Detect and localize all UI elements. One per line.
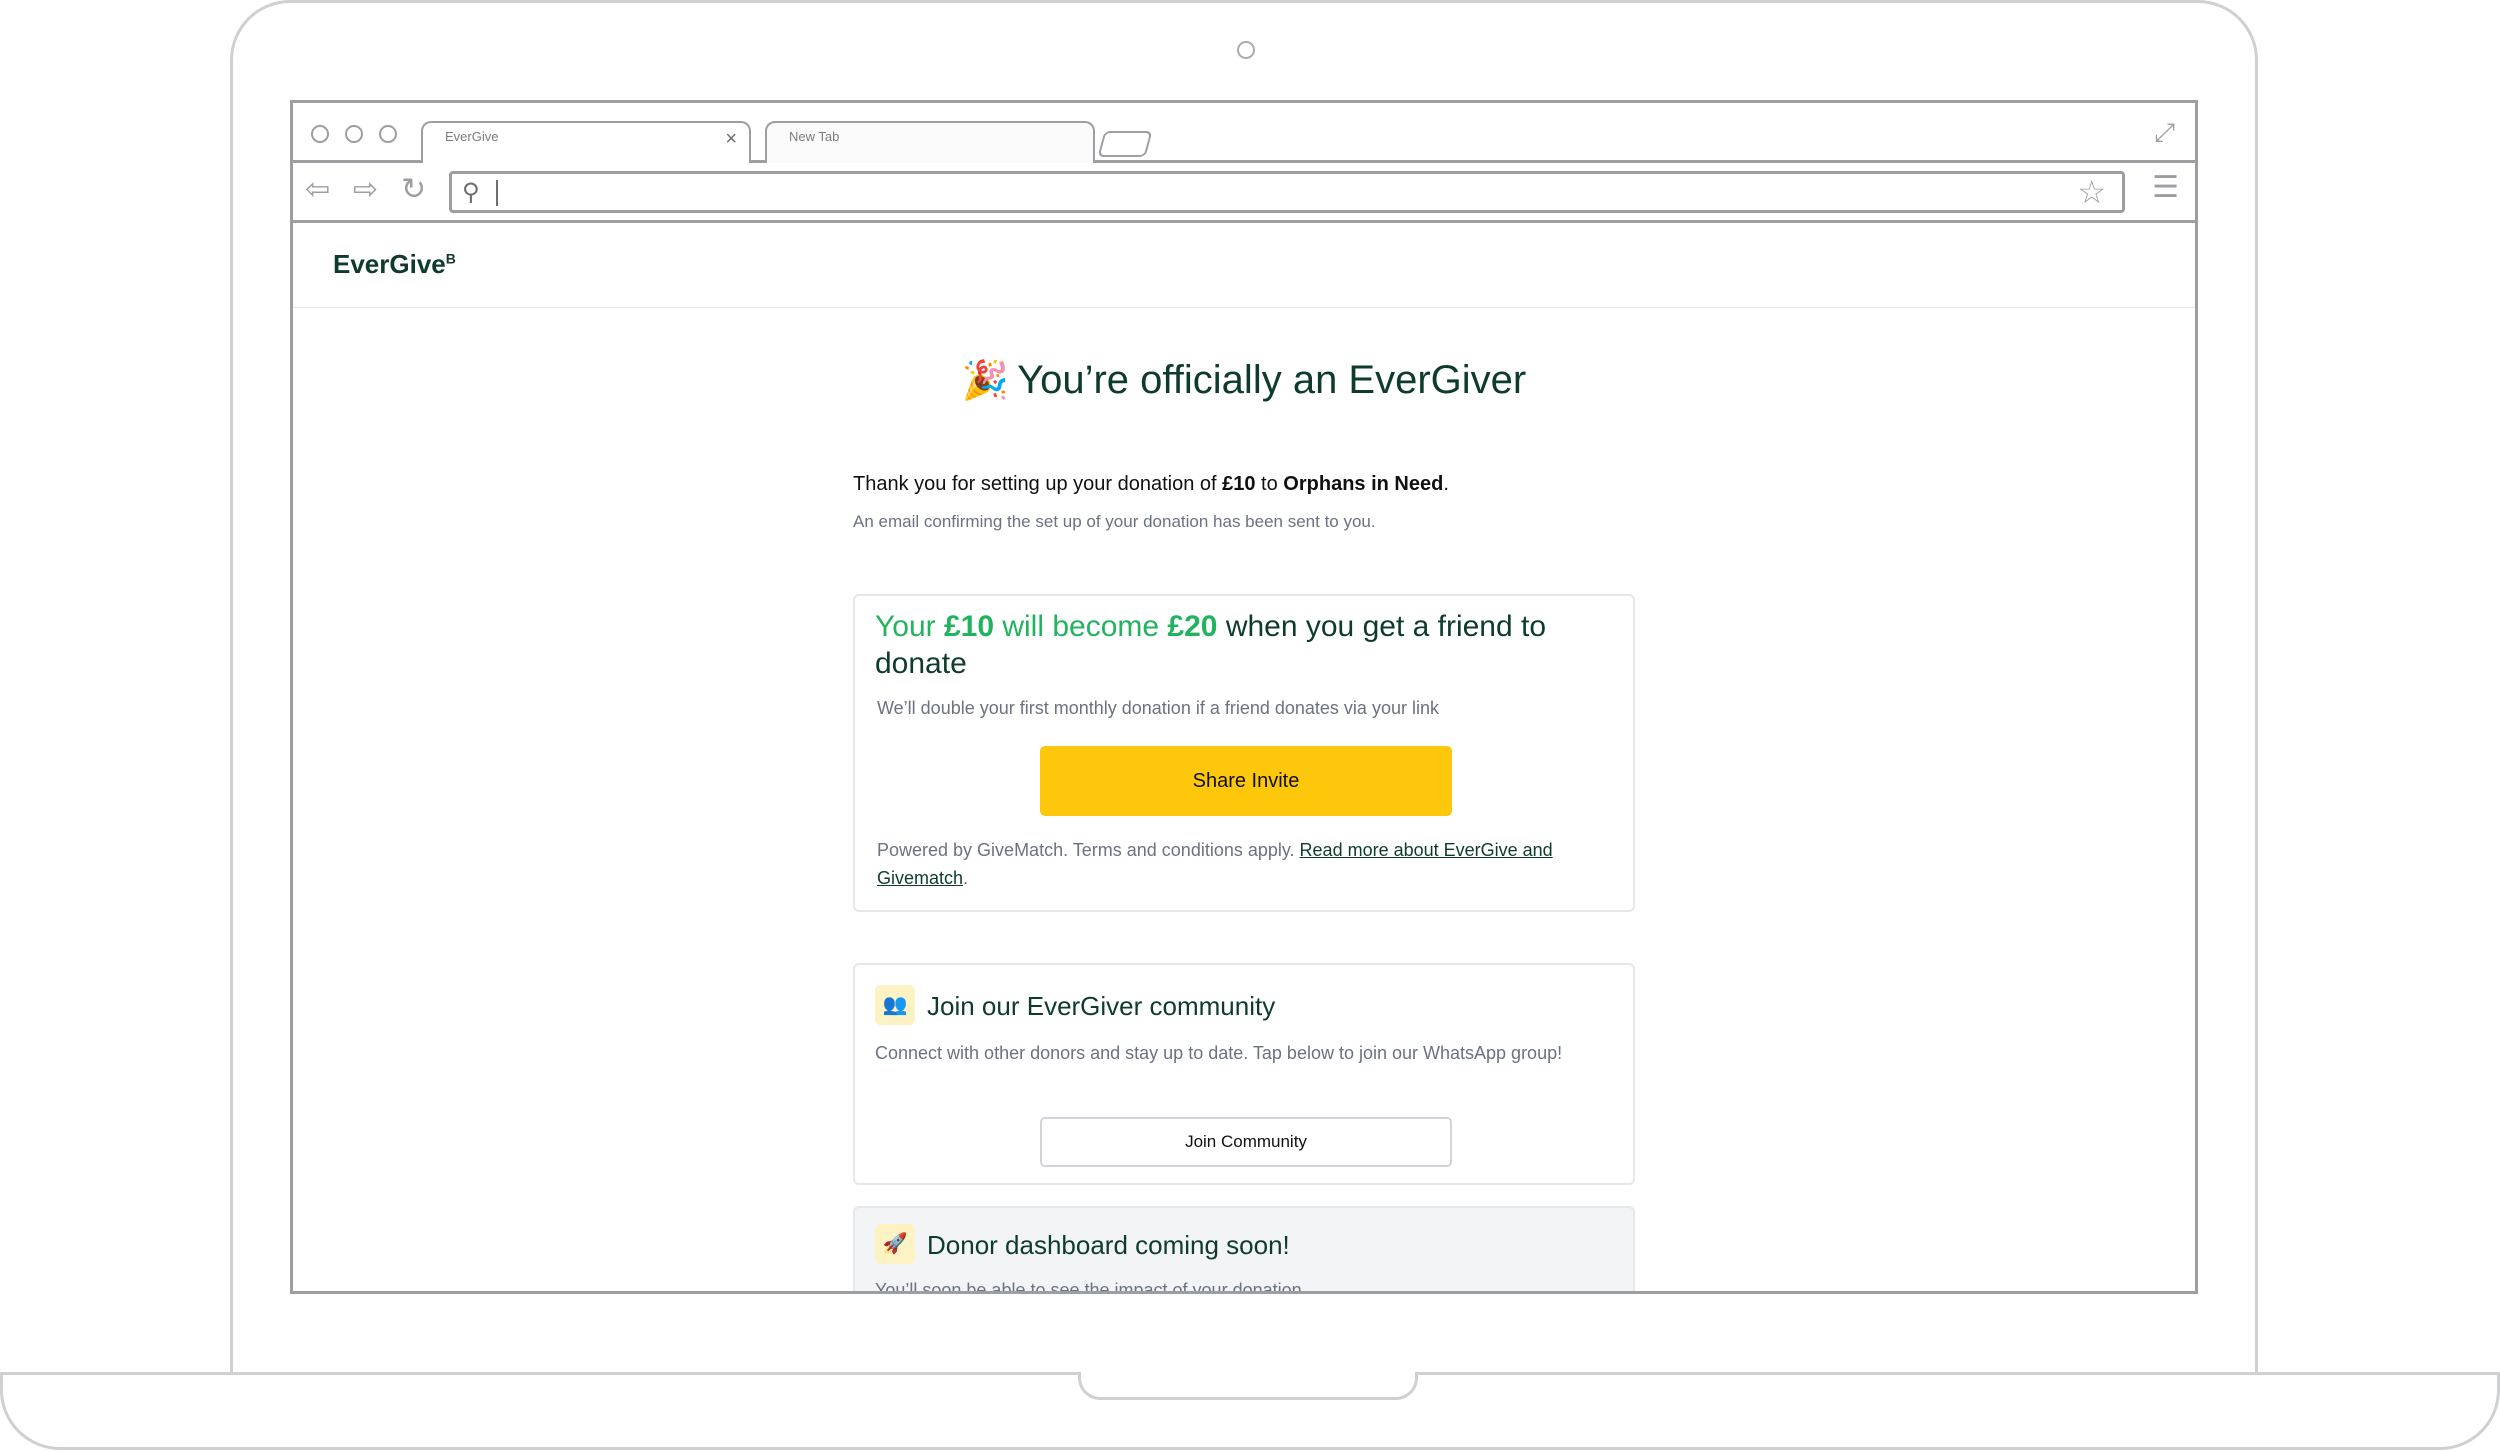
dashboard-title: Donor dashboard coming soon! — [927, 1230, 1290, 1260]
camera-icon — [1237, 41, 1255, 59]
tab-label: New Tab — [789, 129, 840, 144]
evergive-logo[interactable]: EverGiveB — [333, 249, 456, 280]
laptop-notch — [1078, 1372, 1418, 1400]
share-invite-button[interactable]: Share Invite — [1040, 746, 1452, 816]
givematch-card: Your £10 will become £20 when you get a … — [853, 594, 1635, 912]
menu-icon[interactable]: ☰ — [2152, 173, 2179, 203]
powered-by-text: Powered by GiveMatch. Terms and conditio… — [877, 840, 1553, 888]
community-title: Join our EverGiver community — [927, 991, 1276, 1021]
browser-window: EverGive × New Tab ⤢ ⇦ ⇨ ↻ ⚲ ☆ ☰ EverGiv… — [290, 100, 2198, 1294]
tab-label: EverGive — [445, 129, 499, 144]
search-icon: ⚲ — [462, 179, 480, 206]
forward-arrow-icon[interactable]: ⇨ — [353, 175, 378, 205]
text-cursor — [496, 180, 498, 206]
star-icon[interactable]: ☆ — [2077, 174, 2106, 210]
community-description: Connect with other donors and stay up to… — [875, 1043, 1563, 1063]
expand-icon[interactable]: ⤢ — [2154, 117, 2175, 149]
dashboard-card: 🚀 Donor dashboard coming soon! You’ll so… — [853, 1206, 1635, 1294]
tab-evergive[interactable]: EverGive × — [421, 121, 751, 163]
community-card: 👥 Join our EverGiver community Connect w… — [853, 963, 1635, 1185]
close-icon[interactable]: × — [725, 129, 737, 149]
window-maximize-dot[interactable] — [379, 125, 397, 143]
match-heading: Your £10 will become £20 when you get a … — [875, 610, 1547, 680]
page-title: 🎉 You’re officially an EverGiver — [961, 358, 1527, 402]
dashboard-description: You’ll soon be able to see the impact of… — [875, 1280, 1302, 1294]
rocket-icon: 🚀 — [875, 1224, 915, 1264]
back-arrow-icon[interactable]: ⇦ — [305, 175, 330, 205]
address-input[interactable] — [504, 174, 2048, 212]
match-subtext: We’ll double your first monthly donation… — [877, 698, 1439, 718]
party-popper-icon: 🎉 — [961, 360, 1010, 402]
address-bar[interactable]: ⚲ ☆ — [449, 171, 2125, 213]
tab-new-tab[interactable]: New Tab — [765, 121, 1095, 163]
browser-toolbar: ⇦ ⇨ ↻ ⚲ ☆ ☰ — [293, 163, 2195, 223]
join-community-button[interactable]: Join Community — [1040, 1117, 1452, 1167]
window-close-dot[interactable] — [311, 125, 329, 143]
site-header: EverGiveB — [293, 223, 2195, 308]
tab-bar: EverGive × New Tab ⤢ — [293, 103, 2195, 163]
thanks-message: Thank you for setting up your donation o… — [853, 473, 1449, 495]
window-minimize-dot[interactable] — [345, 125, 363, 143]
reload-icon[interactable]: ↻ — [401, 175, 426, 205]
email-note: An email confirming the set up of your d… — [853, 512, 1376, 531]
donation-amount: £10 — [1222, 473, 1256, 495]
charity-name: Orphans in Need — [1283, 473, 1444, 495]
new-tab-button[interactable] — [1097, 131, 1153, 157]
users-icon: 👥 — [875, 985, 915, 1025]
